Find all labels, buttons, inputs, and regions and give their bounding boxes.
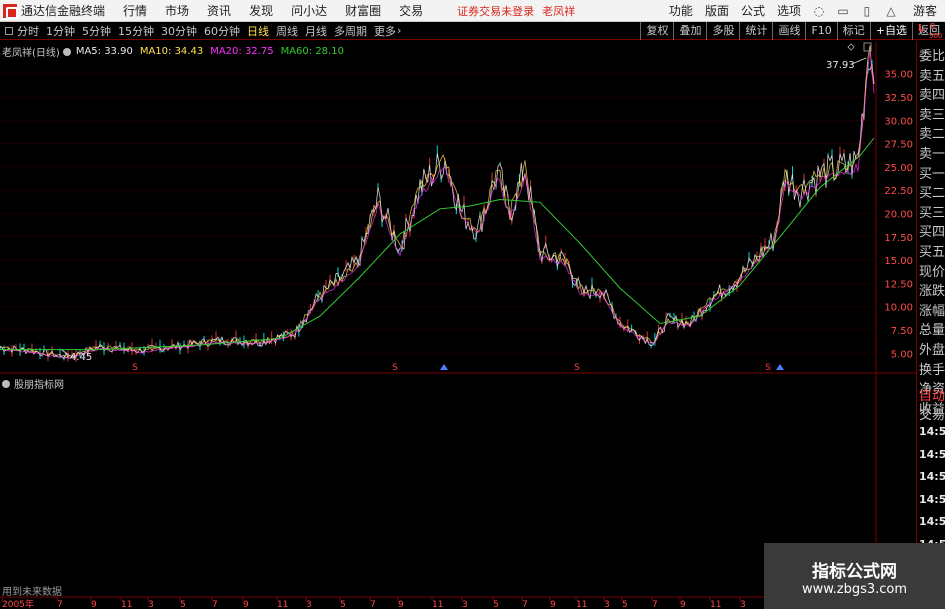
- y-tick-label: 22.50: [884, 186, 913, 197]
- side-label-3: 卖三: [919, 107, 945, 123]
- side-label-1: 卖五: [919, 68, 945, 84]
- x-tick-label: 7: [212, 600, 218, 609]
- x-tick-label: 7: [652, 600, 658, 609]
- side-label-0: 委比: [919, 49, 945, 64]
- side-label-6: 买一: [919, 166, 945, 182]
- side-label-13: 涨幅: [919, 303, 945, 319]
- x-tick-label: 9: [398, 600, 404, 609]
- watermark-badge: 指标公式网 www.zbgs3.com: [764, 543, 945, 609]
- side-label-8: 买三: [919, 205, 945, 221]
- x-tick-label: 5: [493, 600, 499, 609]
- side-time-4: 14:56: [919, 515, 945, 528]
- y-tick-label: 10.00: [884, 303, 913, 314]
- x-tick-label: 11: [576, 600, 587, 609]
- x-tick-label: 7: [370, 600, 376, 609]
- ma5-value: MA5: 33.90: [75, 46, 133, 57]
- ma60-value: MA60: 28.10: [280, 46, 344, 57]
- indicator-dot-icon[interactable]: [2, 379, 10, 388]
- side-time-0: 14:56: [919, 425, 945, 438]
- x-tick-label: 5: [622, 600, 628, 609]
- side-time-3: 14:56: [919, 492, 945, 506]
- x-tick-label: 9: [680, 600, 686, 609]
- side-label-10: 买五: [919, 245, 945, 260]
- x-tick-label: 3: [306, 600, 312, 609]
- side-label-2: 卖四: [919, 88, 945, 104]
- main-chart-area: 老凤祥(日线) MA5: 33.90 MA10: 34.43 MA20: 32.…: [0, 41, 876, 373]
- y-tick-label: 5.00: [891, 349, 913, 360]
- x-tick-label: 2005年: [2, 598, 34, 609]
- x-tick-label: 3: [148, 600, 154, 609]
- side-label-4: 卖二: [919, 127, 945, 143]
- y-tick-label: 7.50: [891, 326, 913, 337]
- side-label-11: 现价: [919, 264, 945, 280]
- badge-url: www.zbgs3.com: [801, 582, 908, 597]
- side-label-12: 涨跌: [919, 284, 945, 300]
- x-tick-label: 9: [550, 600, 556, 609]
- future-data-note: 用到未来数据: [2, 587, 62, 598]
- side-r-marker[interactable]: R: [930, 22, 936, 31]
- ma10-value: MA10: 34.43: [139, 46, 204, 57]
- side-auto-0[interactable]: 自动: [919, 385, 945, 404]
- side-label-15: 外盘: [919, 343, 945, 358]
- ma-legend: 老凤祥(日线) MA5: 33.90 MA10: 34.43 MA20: 32.…: [2, 44, 351, 59]
- badge-title: 指标公式网: [812, 562, 897, 582]
- quote-side-panel: 委比 卖五 卖四 卖三 卖二 卖一 买一 买二 买三 买四 买五 现价 涨跌 涨幅 总量 外盘 换手 净资 收益 自动…: [916, 41, 945, 609]
- side-time-1: 14:56: [919, 447, 945, 461]
- side-500-marker: 500: [929, 32, 943, 40]
- x-tick-label: 9: [243, 600, 249, 609]
- y-tick-label: 12.50: [884, 279, 913, 290]
- x-tick-label: 11: [277, 600, 288, 609]
- ma20-value: MA20: 32.75: [210, 46, 274, 57]
- y-tick-label: 32.50: [884, 93, 913, 104]
- side-l-marker[interactable]: L: [918, 23, 924, 34]
- x-tick-label: 5: [340, 600, 346, 609]
- x-tick-label: 11: [121, 600, 132, 609]
- y-tick-label: 20.00: [884, 209, 913, 220]
- side-label-5: 卖一: [919, 147, 945, 162]
- sub-indicator-label: 股朋指标网: [14, 380, 64, 391]
- y-tick-label: 17.50: [884, 233, 913, 244]
- x-tick-label: 3: [740, 600, 746, 609]
- side-label-14: 总量: [919, 323, 945, 339]
- side-label-7: 买二: [919, 186, 945, 202]
- y-tick-label: 25.00: [884, 163, 913, 174]
- x-tick-label: 11: [432, 600, 443, 609]
- side-auto-1[interactable]: 交易: [919, 404, 945, 423]
- y-tick-label: 15.00: [884, 256, 913, 267]
- y-tick-label: 27.50: [884, 140, 913, 151]
- x-tick-label: 11: [710, 600, 721, 609]
- y-tick-label: 30.00: [884, 116, 913, 127]
- x-tick-label: 5: [180, 600, 186, 609]
- x-tick-label: 7: [522, 600, 528, 609]
- x-tick-label: 9: [91, 600, 97, 609]
- settings-dot-icon[interactable]: [62, 47, 71, 56]
- side-label-9: 买四: [919, 225, 945, 241]
- stock-period-label: 老凤祥(日线): [2, 48, 60, 59]
- y-tick-label: 35.00: [884, 70, 913, 81]
- side-label-16: 换手: [919, 362, 945, 378]
- side-time-2: 14:56: [919, 470, 945, 483]
- x-tick-label: 3: [604, 600, 610, 609]
- sub-indicator-legend: 股朋指标网: [2, 376, 64, 391]
- x-tick-label: 3: [462, 600, 468, 609]
- x-tick-label: 7: [57, 600, 63, 609]
